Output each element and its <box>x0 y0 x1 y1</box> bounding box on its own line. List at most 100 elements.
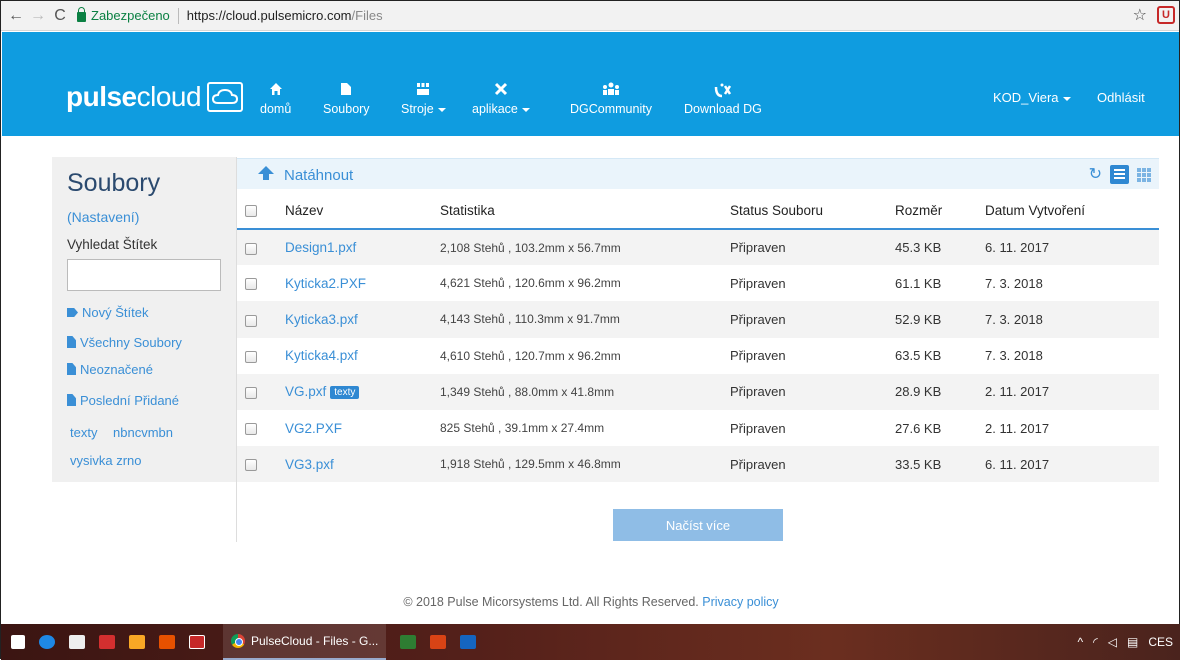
file-name-link[interactable]: Kyticka2.PXF <box>285 276 366 291</box>
file-name-link[interactable]: VG2.PXF <box>285 421 342 436</box>
file-date: 7. 3. 2018 <box>985 348 1043 364</box>
back-icon[interactable]: ← <box>5 5 27 27</box>
copyright-text: © 2018 Pulse Micorsystems Ltd. All Right… <box>403 595 699 609</box>
nav-home[interactable]: domů <box>260 82 291 116</box>
settings-link[interactable]: (Nastavení) <box>67 209 139 225</box>
tag-link[interactable]: nbncvmbn <box>113 425 173 440</box>
grid-view-icon[interactable] <box>1137 167 1151 182</box>
row-checkbox[interactable] <box>245 386 257 399</box>
extension-shield-icon[interactable]: U <box>1157 6 1175 24</box>
row-checkbox[interactable] <box>245 278 257 291</box>
logout-link[interactable]: Odhlásit <box>1097 90 1145 105</box>
column-header-date[interactable]: Datum Vytvoření <box>985 193 1159 230</box>
reload-icon[interactable]: C <box>49 5 71 27</box>
row-checkbox[interactable] <box>245 459 257 472</box>
bookmark-star-icon[interactable]: ☆ <box>1133 5 1147 25</box>
row-checkbox[interactable] <box>245 242 257 255</box>
file-icon <box>67 336 76 348</box>
file-status: Připraven <box>730 275 786 291</box>
chevron-up-icon[interactable]: ^ <box>1077 635 1083 649</box>
notification-icon[interactable]: ▤ <box>1127 635 1138 649</box>
file-name-link[interactable]: Kyticka3.pxf <box>285 312 358 327</box>
table-row[interactable]: Kyticka3.pxf 4,143 Stehů , 110.3mm x 91.… <box>237 301 1159 338</box>
file-size: 61.1 KB <box>895 275 942 291</box>
file-date: 6. 11. 2017 <box>985 240 1050 256</box>
file-name-link[interactable]: VG3.pxf <box>285 457 334 472</box>
file-size: 52.9 KB <box>895 311 942 327</box>
table-row[interactable]: Kyticka2.PXF 4,621 Stehů , 120.6mm x 96.… <box>237 265 1159 301</box>
refresh-icon[interactable]: ↻ <box>1089 166 1102 183</box>
mail-icon[interactable] <box>99 635 115 649</box>
privacy-policy-link[interactable]: Privacy policy <box>702 595 778 609</box>
taskbar-chrome-window[interactable]: PulseCloud - Files - G... <box>223 624 387 660</box>
volume-icon[interactable]: ◁ <box>1108 635 1117 649</box>
windows-start-icon[interactable] <box>11 635 25 649</box>
table-row[interactable]: VG2.PXF 825 Stehů , 39.1mm x 27.4mm Přip… <box>237 410 1159 446</box>
upload-button[interactable]: Natáhnout <box>257 165 353 185</box>
file-stats: 4,143 Stehů , 110.3mm x 91.7mm <box>440 312 620 327</box>
nav-files[interactable]: Soubory <box>323 82 370 116</box>
load-more-button[interactable]: Načíst více <box>613 509 783 541</box>
file-date: 2. 11. 2017 <box>985 384 1050 400</box>
app-icon[interactable] <box>159 635 175 649</box>
file-stats: 825 Stehů , 39.1mm x 27.4mm <box>440 421 605 436</box>
new-tag-link[interactable]: Nový Štítek <box>67 305 148 320</box>
nav-machines[interactable]: Stroje <box>401 82 446 116</box>
file-status: Připraven <box>730 384 786 400</box>
column-header-status[interactable]: Status Souboru <box>730 193 895 230</box>
row-checkbox[interactable] <box>245 350 257 363</box>
file-name-link[interactable]: Kyticka4.pxf <box>285 348 358 363</box>
column-header-name[interactable]: Název <box>285 193 440 230</box>
list-view-icon[interactable] <box>1110 165 1129 184</box>
file-name-link[interactable]: Design1.pxf <box>285 240 356 255</box>
antivirus-shield-icon[interactable] <box>189 635 205 649</box>
excel-icon[interactable] <box>400 635 417 649</box>
recently-added-link[interactable]: Poslední Přidané <box>67 393 179 408</box>
tag-search-input[interactable] <box>67 259 221 291</box>
table-row[interactable]: Design1.pxf 2,108 Stehů , 103.2mm x 56.7… <box>237 229 1159 266</box>
address-bar[interactable]: Zabezpečeno https://cloud.pulsemicro.com… <box>77 5 383 27</box>
nav-download-dg[interactable]: Download DG <box>684 82 762 116</box>
powerpoint-icon[interactable] <box>430 635 447 649</box>
table-row[interactable]: VG.pxf texty 1,349 Stehů , 88.0mm x 41.8m… <box>237 373 1159 410</box>
nav-apps[interactable]: aplikace <box>472 82 530 116</box>
nav-dgcommunity[interactable]: DGCommunity <box>570 82 652 116</box>
machines-icon <box>416 82 430 100</box>
file-stats: 1,918 Stehů , 129.5mm x 46.8mm <box>440 457 621 472</box>
file-status: Připraven <box>730 240 786 256</box>
lock-icon <box>77 7 86 22</box>
file-icon <box>67 394 76 406</box>
word-icon[interactable] <box>460 635 477 649</box>
tag-icon <box>67 308 78 317</box>
row-checkbox[interactable] <box>245 423 257 436</box>
wifi-icon[interactable]: ◜ <box>1093 635 1098 649</box>
forward-icon[interactable]: → <box>27 5 49 27</box>
user-menu[interactable]: KOD_Viera <box>993 90 1071 105</box>
file-explorer-icon[interactable] <box>129 635 145 649</box>
file-date: 7. 3. 2018 <box>985 311 1043 327</box>
file-name-link[interactable]: VG.pxf <box>285 384 326 399</box>
column-header-size[interactable]: Rozměr <box>895 193 985 230</box>
chrome-icon <box>231 634 245 648</box>
store-icon[interactable] <box>69 635 85 649</box>
edge-browser-icon[interactable] <box>39 635 55 649</box>
untagged-link[interactable]: Neoznačené <box>67 362 153 377</box>
select-all-checkbox[interactable] <box>245 205 257 218</box>
file-size: 63.5 KB <box>895 348 942 364</box>
column-header-stats[interactable]: Statistika <box>440 193 730 230</box>
file-tag-badge[interactable]: texty <box>330 386 360 400</box>
file-size: 45.3 KB <box>895 240 942 256</box>
tag-link[interactable]: texty <box>70 425 97 440</box>
tag-link[interactable]: vysivka zrno <box>70 453 142 468</box>
pulsecloud-logo[interactable]: pulse cloud <box>66 81 244 113</box>
table-row[interactable]: Kyticka4.pxf 4,610 Stehů , 120.7mm x 96.… <box>237 338 1159 374</box>
all-files-link[interactable]: Všechny Soubory <box>67 335 182 350</box>
row-checkbox[interactable] <box>245 314 257 327</box>
files-table: Název Statistika Status Souboru Rozměr D… <box>237 193 1159 483</box>
table-row[interactable]: VG3.pxf 1,918 Stehů , 129.5mm x 46.8mm P… <box>237 446 1159 483</box>
site-header: pulse cloud domů Soubory Stroje aplikace… <box>2 32 1179 136</box>
file-stats: 1,349 Stehů , 88.0mm x 41.8mm <box>440 384 615 399</box>
footer: © 2018 Pulse Micorsystems Ltd. All Right… <box>1 595 1180 609</box>
language-indicator[interactable]: CES <box>1148 635 1173 649</box>
file-date: 2. 11. 2017 <box>985 420 1050 436</box>
